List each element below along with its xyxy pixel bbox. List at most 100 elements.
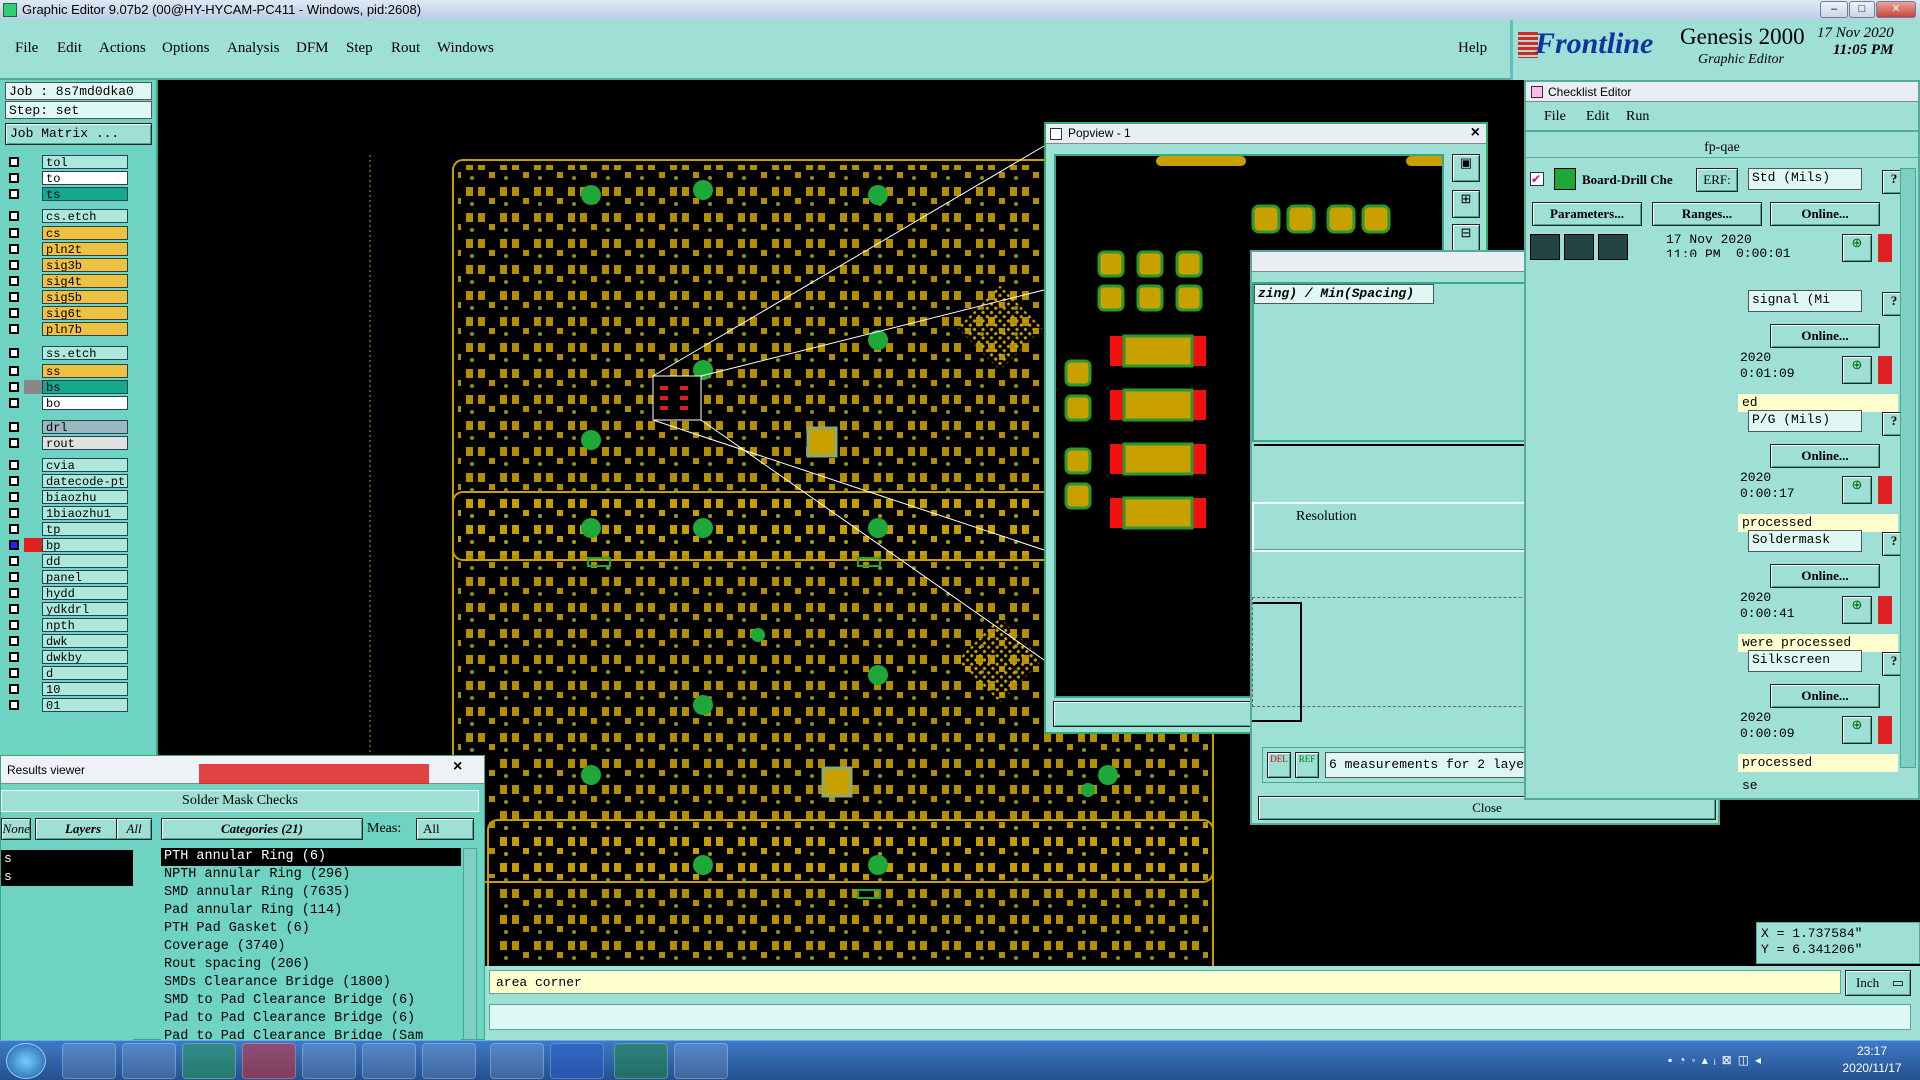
category-item[interactable]: Pad to Pad Clearance Bridge (6) xyxy=(161,1010,461,1028)
layer-name[interactable]: dd xyxy=(42,554,128,568)
online-button[interactable]: Online... xyxy=(1770,324,1880,348)
layer-row[interactable]: cs.etch xyxy=(6,209,128,223)
zoom-out-icon[interactable]: ⊟ xyxy=(1452,224,1480,252)
layer-name[interactable]: bs xyxy=(42,380,128,394)
layer-row[interactable]: 1biaozhu1 xyxy=(6,506,128,520)
layer-checkbox[interactable] xyxy=(9,173,19,183)
layer-row[interactable]: dwk xyxy=(6,634,128,648)
layer-color-swatch[interactable] xyxy=(24,634,44,648)
layer-row[interactable]: pln7b xyxy=(6,322,128,336)
layer-color-swatch[interactable] xyxy=(24,396,44,410)
layer-checkbox[interactable] xyxy=(9,588,19,598)
menu-edit[interactable]: Edit xyxy=(57,40,82,57)
layer-checkbox[interactable] xyxy=(9,476,19,486)
layer-color-swatch[interactable] xyxy=(24,420,44,434)
online-button[interactable]: Online... xyxy=(1770,202,1880,226)
checklist-menu-file[interactable]: File xyxy=(1544,109,1566,125)
layer-checkbox[interactable] xyxy=(9,228,19,238)
layer-checkbox[interactable] xyxy=(9,604,19,614)
layer-name[interactable]: panel xyxy=(42,570,128,584)
layer-color-swatch[interactable] xyxy=(24,187,44,201)
layer-color-swatch[interactable] xyxy=(24,290,44,304)
layer-color-swatch[interactable] xyxy=(24,436,44,450)
run-stop-icon[interactable] xyxy=(1564,234,1594,260)
taskbar-red-app-icon[interactable] xyxy=(242,1043,296,1079)
zoom-result-icon[interactable]: ⊕ xyxy=(1842,356,1872,384)
layer-name[interactable]: 1biaozhu1 xyxy=(42,506,128,520)
layer-row[interactable]: cvia xyxy=(6,458,128,472)
layer-name[interactable]: sig5b xyxy=(42,290,128,304)
layer-row[interactable]: dd xyxy=(6,554,128,568)
layer-color-swatch[interactable] xyxy=(24,209,44,223)
layer-name[interactable]: sig4t xyxy=(42,274,128,288)
menu-options[interactable]: Options xyxy=(162,40,210,57)
layer-row[interactable]: drl xyxy=(6,420,128,434)
job-matrix-button[interactable]: Job Matrix ... xyxy=(5,123,152,145)
layer-row[interactable]: tp xyxy=(6,522,128,536)
layer-name[interactable]: d xyxy=(42,666,128,680)
layer-checkbox[interactable] xyxy=(9,211,19,221)
layer-checkbox[interactable] xyxy=(9,508,19,518)
layer-row[interactable]: cs xyxy=(6,226,128,240)
layer-checkbox[interactable] xyxy=(9,189,19,199)
layer-checkbox[interactable] xyxy=(9,398,19,408)
menu-dfm[interactable]: DFM xyxy=(296,40,329,57)
layer-name[interactable]: bo xyxy=(42,396,128,410)
layer-row[interactable]: biaozhu xyxy=(6,490,128,504)
layer-row[interactable]: ss xyxy=(6,364,128,378)
layer-row[interactable]: sig5b xyxy=(6,290,128,304)
layer-name[interactable]: sig3b xyxy=(42,258,128,272)
zoom-result-icon[interactable]: ⊕ xyxy=(1842,476,1872,504)
results-layer-row[interactable]: s xyxy=(1,868,133,886)
menu-analysis[interactable]: Analysis xyxy=(227,40,280,57)
layer-name[interactable]: ts xyxy=(42,187,128,201)
layer-name[interactable]: pln7b xyxy=(42,322,128,336)
layer-color-swatch[interactable] xyxy=(24,682,44,696)
layer-checkbox[interactable] xyxy=(9,422,19,432)
layer-checkbox[interactable] xyxy=(9,652,19,662)
popview-close-icon[interactable]: × xyxy=(1471,124,1480,142)
layer-checkbox[interactable] xyxy=(9,556,19,566)
zoom-result-icon[interactable]: ⊕ xyxy=(1842,234,1872,262)
layer-color-swatch[interactable] xyxy=(24,490,44,504)
action-checkbox[interactable]: ✔ xyxy=(1530,172,1544,186)
layer-color-swatch[interactable] xyxy=(24,171,44,185)
online-button[interactable]: Online... xyxy=(1770,684,1880,708)
layer-color-swatch[interactable] xyxy=(24,522,44,536)
layer-row[interactable]: hydd xyxy=(6,586,128,600)
layer-name[interactable]: ss xyxy=(42,364,128,378)
taskbar-messenger-icon[interactable] xyxy=(490,1043,544,1079)
ref-button[interactable]: REF xyxy=(1295,752,1319,778)
category-item[interactable]: Pad to Pad Clearance Bridge (Sam xyxy=(161,1028,461,1040)
layer-name[interactable]: pln2t xyxy=(42,242,128,256)
category-item[interactable]: PTH annular Ring (6) xyxy=(161,848,461,866)
layer-name[interactable]: datecode-pt xyxy=(42,474,128,488)
layer-name[interactable]: ss.etch xyxy=(42,346,128,360)
layer-name[interactable]: 01 xyxy=(42,698,128,712)
layer-row[interactable]: bp xyxy=(6,538,128,552)
layer-row[interactable]: pln2t xyxy=(6,242,128,256)
layer-checkbox[interactable] xyxy=(9,348,19,358)
layer-color-swatch[interactable] xyxy=(24,602,44,616)
layer-name[interactable]: rout xyxy=(42,436,128,450)
layer-row[interactable]: panel xyxy=(6,570,128,584)
units-selector[interactable]: Inch ▭ xyxy=(1845,970,1911,996)
layer-row[interactable]: dwkby xyxy=(6,650,128,664)
layer-row[interactable]: npth xyxy=(6,618,128,632)
menu-rout[interactable]: Rout xyxy=(391,40,420,57)
taskbar-app-icon[interactable] xyxy=(62,1043,116,1079)
taskbar-save-icon[interactable] xyxy=(302,1043,356,1079)
online-button[interactable]: Online... xyxy=(1770,564,1880,588)
layer-color-swatch[interactable] xyxy=(24,458,44,472)
parameters-button[interactable]: Parameters... xyxy=(1532,202,1642,226)
taskbar-word-icon[interactable] xyxy=(550,1043,604,1079)
layer-name[interactable]: hydd xyxy=(42,586,128,600)
layer-color-swatch[interactable] xyxy=(24,364,44,378)
zoom-home-icon[interactable]: ▣ xyxy=(1452,154,1480,182)
layer-name[interactable]: sig6t xyxy=(42,306,128,320)
layer-checkbox[interactable] xyxy=(9,382,19,392)
layer-color-swatch[interactable] xyxy=(24,474,44,488)
layer-row[interactable]: to xyxy=(6,171,128,185)
layer-color-swatch[interactable] xyxy=(24,226,44,240)
layer-name[interactable]: dwkby xyxy=(42,650,128,664)
